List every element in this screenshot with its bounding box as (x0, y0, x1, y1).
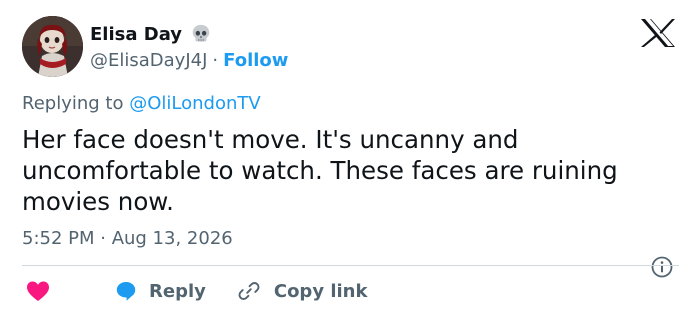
skull-icon (192, 24, 210, 42)
x-logo-icon[interactable] (638, 17, 678, 49)
author-handle-row: @ElisaDayJ4J · Follow (90, 48, 288, 72)
like-button[interactable] (22, 279, 51, 303)
action-bar: Reply Copy link (22, 278, 367, 304)
avatar-image (22, 16, 83, 77)
follow-button[interactable]: Follow (223, 50, 288, 71)
divider (22, 265, 679, 266)
tweet-timestamp[interactable]: 5:52 PM · Aug 13, 2026 (22, 228, 233, 249)
tweet-text: Her face doesn't move. It's uncanny and … (22, 125, 618, 216)
reply-label: Reply (149, 280, 206, 302)
separator-dot: · (212, 49, 219, 71)
info-icon[interactable] (651, 256, 673, 278)
heart-icon (27, 281, 49, 301)
speech-bubble-icon (116, 282, 136, 301)
author-display-name[interactable]: Elisa Day (90, 24, 182, 45)
link-icon (238, 282, 260, 300)
mention-link[interactable]: @OliLondonTV (129, 93, 260, 114)
avatar[interactable] (22, 16, 83, 77)
reply-button[interactable]: Reply (115, 280, 206, 302)
author-handle[interactable]: @ElisaDayJ4J (90, 50, 207, 71)
replying-to: Replying to @OliLondonTV (22, 93, 261, 114)
replying-to-label: Replying to (22, 93, 124, 114)
copy-link-label: Copy link (273, 280, 368, 302)
copy-link-button[interactable]: Copy link (238, 280, 368, 302)
tweet-card: Elisa Day @ElisaDayJ4J · Follow Replying… (0, 0, 700, 318)
author-name-row: Elisa Day (90, 22, 212, 46)
